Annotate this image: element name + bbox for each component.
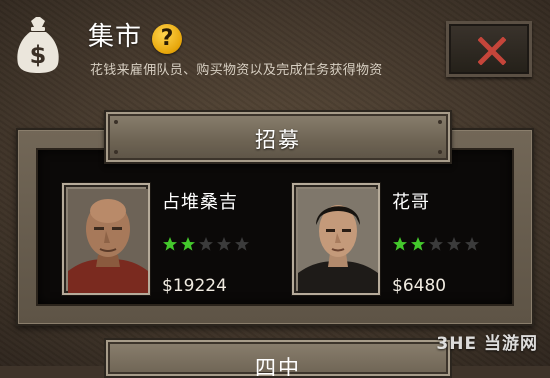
page-title: 集市 xyxy=(88,22,143,52)
watermark-logo: 3HE 当游网 xyxy=(436,334,538,354)
young-man-portrait-icon xyxy=(298,189,378,293)
help-button[interactable]: ? xyxy=(152,24,182,54)
bald-man-portrait-icon xyxy=(68,189,148,293)
next-section-title: 四中 xyxy=(255,356,301,378)
page-subtitle: 花钱来雇佣队员、购买物资以及完成任务获得物资 xyxy=(90,63,383,78)
close-button[interactable] xyxy=(446,21,532,77)
recruit-section-banner: 招募 xyxy=(104,110,452,164)
star-empty-icon xyxy=(465,237,479,251)
star-empty-icon xyxy=(235,237,249,251)
recruit-portrait xyxy=(292,183,380,295)
recruit-rating xyxy=(162,236,250,252)
close-x-icon xyxy=(478,37,506,65)
star-filled-icon xyxy=(163,237,177,251)
money-bag-icon: $ xyxy=(17,17,59,73)
recruit-portrait xyxy=(62,183,150,295)
star-filled-icon xyxy=(411,237,425,251)
recruit-price: $19224 xyxy=(162,276,227,296)
next-section-banner: 四中 xyxy=(104,338,452,378)
recruit-rating xyxy=(392,236,480,252)
star-empty-icon xyxy=(199,237,213,251)
star-filled-icon xyxy=(393,237,407,251)
recruit-card[interactable]: 花哥 $6480 xyxy=(292,180,502,300)
star-empty-icon xyxy=(447,237,461,251)
star-filled-icon xyxy=(181,237,195,251)
recruit-section-title: 招募 xyxy=(255,128,301,152)
star-empty-icon xyxy=(429,237,443,251)
recruit-card[interactable]: 占堆桑吉 $19224 xyxy=(62,180,272,300)
recruit-name: 占堆桑吉 xyxy=(162,192,238,213)
recruit-name: 花哥 xyxy=(392,192,430,213)
star-empty-icon xyxy=(217,237,231,251)
recruit-price: $6480 xyxy=(392,276,447,296)
svg-text:$: $ xyxy=(30,41,47,69)
